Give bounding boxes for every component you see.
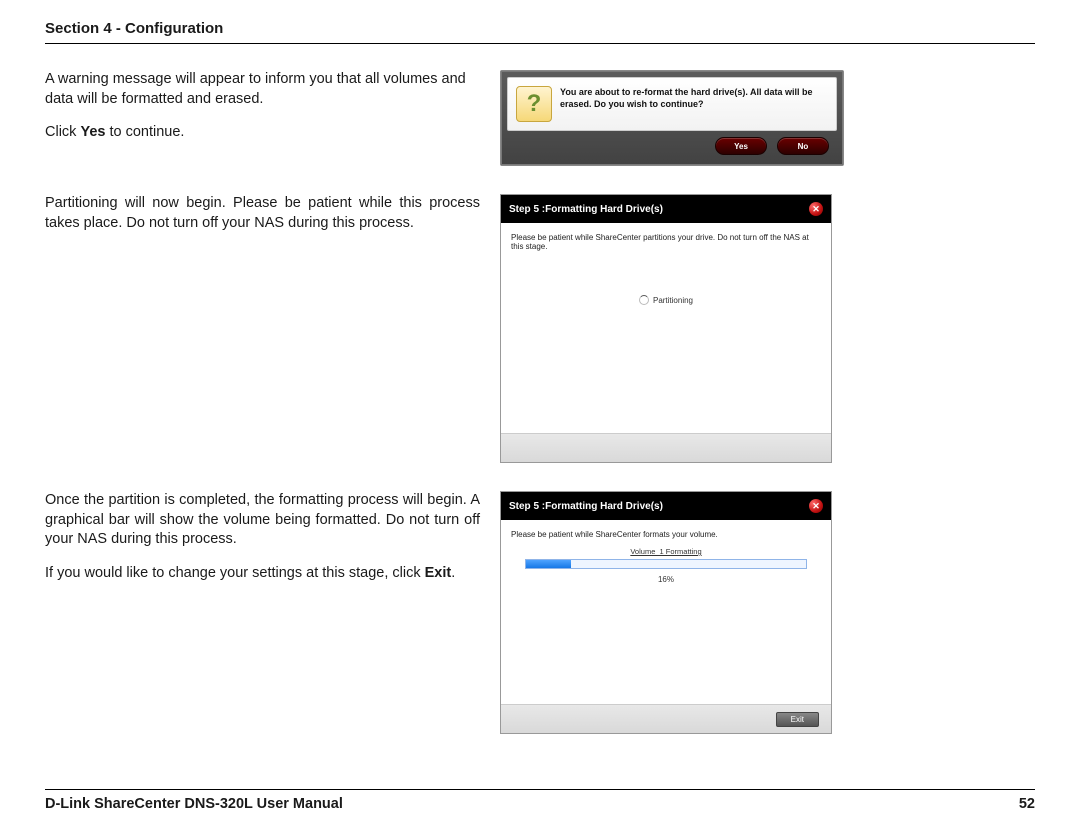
block3-para2: If you would like to change your setting… [45,564,480,584]
block1-text: A warning message will appear to inform … [45,70,480,157]
wizard-partitioning: Step 5 :Formatting Hard Drive(s) ✕ Pleas… [500,194,832,463]
wizard-title: Step 5 :Formatting Hard Drive(s) [509,501,663,512]
yes-button[interactable]: Yes [715,137,767,155]
wizard-title: Step 5 :Formatting Hard Drive(s) [509,204,663,215]
close-icon[interactable]: ✕ [809,499,823,513]
spinner-icon [639,295,649,305]
warning-dialog: ? You are about to re-format the hard dr… [500,70,844,166]
wizard-formatting: Step 5 :Formatting Hard Drive(s) ✕ Pleas… [500,491,832,734]
progress-percent: 16% [658,575,674,584]
progress-bar-fill [526,560,571,568]
page-number: 52 [1019,796,1035,812]
volume-label: Volume_1 Formatting [630,547,701,556]
wizard-note: Please be patient while ShareCenter part… [501,223,831,255]
progress-bar [525,559,807,569]
partitioning-status: Partitioning [639,295,693,305]
block2-text: Partitioning will now begin. Please be p… [45,194,480,247]
block1-para2: Click Yes to continue. [45,123,480,143]
exit-button[interactable]: Exit [776,712,819,727]
block1-para1: A warning message will appear to inform … [45,70,480,109]
section-header: Section 4 - Configuration [45,20,1035,44]
block2-para: Partitioning will now begin. Please be p… [45,194,480,233]
block3-para1: Once the partition is completed, the for… [45,491,480,550]
warning-message: You are about to re-format the hard driv… [560,86,826,110]
block3-text: Once the partition is completed, the for… [45,491,480,597]
question-icon: ? [516,86,552,122]
close-icon[interactable]: ✕ [809,202,823,216]
wizard-note: Please be patient while ShareCenter form… [501,520,831,543]
wizard-footer [501,433,831,462]
footer-title: D-Link ShareCenter DNS-320L User Manual [45,796,343,812]
no-button[interactable]: No [777,137,829,155]
